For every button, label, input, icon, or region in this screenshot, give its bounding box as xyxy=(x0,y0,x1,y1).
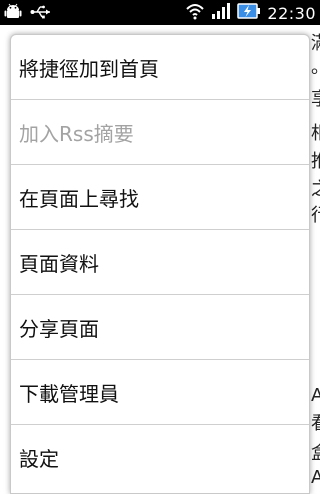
menu-item-label: 在頁面上尋找 xyxy=(19,186,139,211)
clock: 22:30 xyxy=(267,3,316,23)
background-text: A xyxy=(311,385,320,406)
background-text: 享 xyxy=(311,89,320,111)
menu-item-add-rss-feed: 加入Rss摘要 xyxy=(11,100,309,165)
menu-item-page-info[interactable]: 頁面資料 xyxy=(11,230,309,295)
background-text: 看 xyxy=(311,413,320,435)
options-menu: 將捷徑加到首頁 加入Rss摘要 在頁面上尋找 頁面資料 分享頁面 下載管理員 設… xyxy=(10,34,310,494)
menu-item-share-page[interactable]: 分享頁面 xyxy=(11,295,309,360)
menu-item-label: 下載管理員 xyxy=(19,381,119,406)
background-text: 之 xyxy=(311,179,320,201)
menu-item-settings[interactable]: 設定 xyxy=(11,425,309,490)
android-debug-icon xyxy=(4,3,22,25)
status-bar: 22:30 xyxy=(0,0,320,25)
background-text: 行 xyxy=(311,205,320,227)
battery-charging-icon xyxy=(237,2,261,24)
background-text: 。 xyxy=(311,57,320,79)
background-text: 相 xyxy=(311,123,320,145)
usb-icon xyxy=(30,4,52,24)
background-text: A xyxy=(311,467,320,488)
signal-icon xyxy=(211,2,231,24)
menu-item-find-on-page[interactable]: 在頁面上尋找 xyxy=(11,165,309,230)
notification-icons xyxy=(4,3,52,25)
menu-item-add-shortcut-to-home[interactable]: 將捷徑加到首頁 xyxy=(11,35,309,100)
menu-item-label: 分享頁面 xyxy=(19,316,99,341)
background-text: 滿 xyxy=(311,33,320,55)
menu-item-label: 加入Rss摘要 xyxy=(19,121,134,146)
menu-item-downloads[interactable]: 下載管理員 xyxy=(11,360,309,425)
background-text: 盒 xyxy=(311,443,320,465)
menu-item-label: 將捷徑加到首頁 xyxy=(19,56,159,81)
background-text: 推 xyxy=(311,151,320,173)
menu-item-label: 頁面資料 xyxy=(19,251,99,276)
wifi-icon xyxy=(185,2,205,24)
system-status: 22:30 xyxy=(185,2,316,24)
menu-item-label: 設定 xyxy=(19,447,59,471)
